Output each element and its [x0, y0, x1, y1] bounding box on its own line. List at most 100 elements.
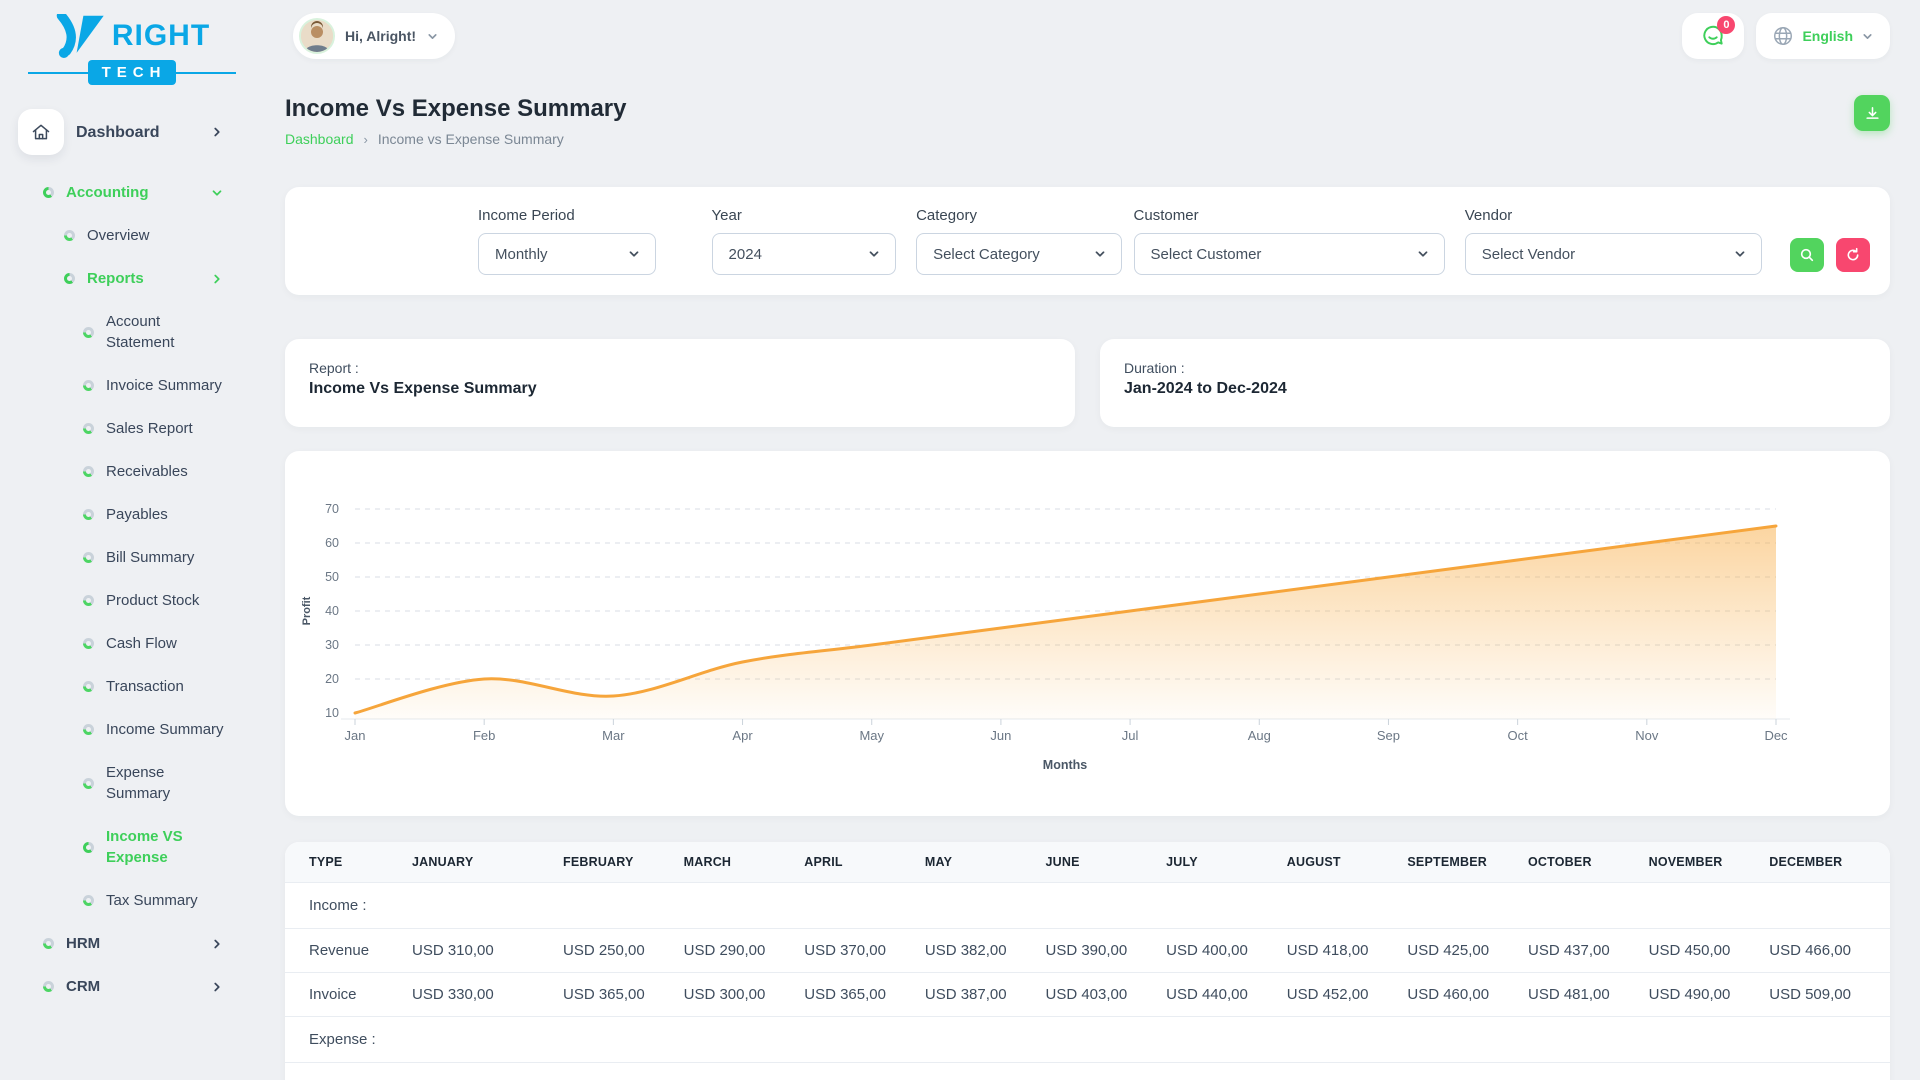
sidebar-item-account-statement[interactable]: Account Statement [0, 300, 264, 364]
sidebar-item-cash-flow[interactable]: Cash Flow [0, 622, 264, 665]
chevron-right-icon [210, 980, 224, 994]
globe-icon [1772, 25, 1794, 47]
sidebar-item-reports[interactable]: Reports [0, 257, 264, 300]
breadcrumb-dashboard-link[interactable]: Dashboard [285, 131, 354, 147]
chevron-down-icon [1093, 247, 1107, 261]
bullet-icon [83, 509, 94, 520]
year-select[interactable]: 2024 [712, 233, 897, 275]
download-button[interactable] [1854, 95, 1890, 131]
column-header-type: TYPE [285, 842, 412, 883]
svg-text:Sep: Sep [1377, 728, 1400, 743]
table-cell: USD 330,00 [412, 973, 563, 1017]
table-cell: USD 290,00 [684, 929, 805, 973]
bullet-icon [83, 724, 94, 735]
svg-text:Feb: Feb [473, 728, 495, 743]
sidebar-item-income-vs-expense[interactable]: Income VS Expense [0, 815, 264, 879]
sidebar-item-expense-summary[interactable]: Expense Summary [0, 751, 264, 815]
svg-text:Oct: Oct [1508, 728, 1529, 743]
page-heading: Income Vs Expense Summary Dashboard › In… [285, 95, 626, 147]
sidebar-item-transaction[interactable]: Transaction [0, 665, 264, 708]
duration-card: Duration : Jan-2024 to Dec-2024 [1100, 339, 1890, 427]
customer-label: Customer [1134, 207, 1445, 224]
chevron-right-icon [210, 125, 224, 139]
bullet-icon [83, 778, 94, 789]
chart-x-labels: JanFebMarAprMayJunJulAugSepOctNovDec [345, 728, 1789, 743]
svg-text:May: May [859, 728, 884, 743]
chevron-right-icon [210, 272, 224, 286]
user-menu-button[interactable]: Hi, Alright! [293, 13, 455, 59]
table-header-row: TYPEJANUARYFEBRUARYMARCHAPRILMAYJUNEJULY… [285, 842, 1890, 883]
report-label: Report : [309, 360, 1051, 376]
table-cell: USD 481,00 [1528, 973, 1649, 1017]
sidebar-item-tax-summary[interactable]: Tax Summary [0, 879, 264, 922]
svg-text:Dec: Dec [1764, 728, 1788, 743]
svg-text:Apr: Apr [732, 728, 753, 743]
sidebar-item-overview[interactable]: Overview [0, 214, 264, 257]
sidebar-item-receivables[interactable]: Receivables [0, 450, 264, 493]
download-icon [1864, 105, 1881, 122]
column-header-july: JULY [1166, 842, 1287, 883]
breadcrumb-current: Income vs Expense Summary [378, 131, 564, 147]
sidebar-item-invoice-summary[interactable]: Invoice Summary [0, 364, 264, 407]
chevron-down-icon [1416, 247, 1430, 261]
search-icon [1799, 247, 1815, 263]
income-expense-table: TYPEJANUARYFEBRUARYMARCHAPRILMAYJUNEJULY… [285, 842, 1890, 1080]
search-button[interactable] [1790, 238, 1824, 272]
notification-badge: 0 [1717, 16, 1735, 34]
sidebar-item-income-summary[interactable]: Income Summary [0, 708, 264, 751]
chevron-right-icon [210, 937, 224, 951]
table-cell: USD 450,00 [1649, 929, 1770, 973]
sidebar-item-crm[interactable]: CRM [0, 965, 264, 1008]
brand-subname: TECH [88, 60, 177, 85]
language-label: English [1802, 28, 1853, 44]
chevron-down-icon [867, 247, 881, 261]
table-cell: USD 387,00 [925, 973, 1046, 1017]
section-label: Expense : [285, 1017, 1890, 1063]
svg-text:10: 10 [325, 706, 339, 720]
svg-text:Jan: Jan [345, 728, 366, 743]
income-period-label: Income Period [478, 207, 656, 224]
table-cell: USD 509,00 [1769, 973, 1890, 1017]
column-header-september: SEPTEMBER [1407, 842, 1528, 883]
table-cell: USD 452,00 [1287, 973, 1408, 1017]
row-type: Revenue [285, 929, 412, 973]
column-header-june: JUNE [1046, 842, 1167, 883]
bullet-icon [43, 187, 54, 198]
category-select[interactable]: Select Category [916, 233, 1121, 275]
home-icon [31, 122, 51, 142]
table-cell: USD 370,00 [804, 929, 925, 973]
sidebar-item-dashboard[interactable]: Dashboard [0, 103, 264, 161]
svg-text:Jul: Jul [1122, 728, 1139, 743]
sidebar-item-accounting[interactable]: Accounting [0, 171, 264, 214]
income-period-select[interactable]: Monthly [478, 233, 656, 275]
sidebar-item-payables[interactable]: Payables [0, 493, 264, 536]
vendor-select[interactable]: Select Vendor [1465, 233, 1762, 275]
sidebar-item-bill-summary[interactable]: Bill Summary [0, 536, 264, 579]
sidebar-item-product-stock[interactable]: Product Stock [0, 579, 264, 622]
row-type: Invoice [285, 973, 412, 1017]
svg-text:Mar: Mar [602, 728, 625, 743]
language-selector[interactable]: English [1756, 13, 1890, 59]
duration-value: Jan-2024 to Dec-2024 [1124, 380, 1866, 398]
bullet-icon [83, 466, 94, 477]
brand-logo[interactable]: RIGHT TECH [0, 10, 264, 85]
sidebar-item-sales-report[interactable]: Sales Report [0, 407, 264, 450]
table-cell: USD 365,00 [804, 973, 925, 1017]
notifications-button[interactable]: 0 [1682, 13, 1744, 59]
duration-label: Duration : [1124, 360, 1866, 376]
column-header-october: OCTOBER [1528, 842, 1649, 883]
column-header-february: FEBRUARY [563, 842, 684, 883]
bullet-icon [83, 552, 94, 563]
main-content: Hi, Alright! 0 English [285, 0, 1890, 1080]
sidebar-item-hrm[interactable]: HRM [0, 922, 264, 965]
customer-select[interactable]: Select Customer [1134, 233, 1445, 275]
chevron-down-icon [627, 247, 641, 261]
bullet-icon [64, 273, 75, 284]
column-header-august: AUGUST [1287, 842, 1408, 883]
table-row: RevenueUSD 310,00USD 250,00USD 290,00USD… [285, 929, 1890, 973]
column-header-may: MAY [925, 842, 1046, 883]
svg-text:Aug: Aug [1248, 728, 1271, 743]
reset-button[interactable] [1836, 238, 1870, 272]
table-cell: USD 490,00 [1649, 973, 1770, 1017]
report-value: Income Vs Expense Summary [309, 380, 1051, 398]
